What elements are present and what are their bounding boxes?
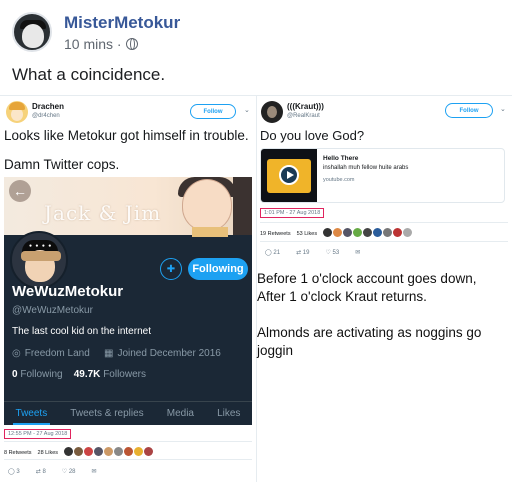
post-time[interactable]: 10 mins ·	[64, 36, 122, 52]
play-icon[interactable]	[279, 165, 299, 185]
banner-text: Jack & Jim	[44, 201, 162, 225]
retweets-count[interactable]: 8 Retweets	[4, 450, 32, 456]
profile-bio: The last cool kid on the internet	[12, 326, 151, 337]
engagement-row: 19 Retweets 53 Likes	[260, 228, 413, 239]
profile-name: WeWuzMetokur	[12, 283, 124, 300]
like-icon[interactable]: ♡ 53	[325, 249, 339, 256]
link-preview-card[interactable]: Hello There inshallah muh fellow huite a…	[260, 148, 505, 203]
commentary-line4: joggin	[257, 343, 294, 358]
back-arrow-icon[interactable]: ←	[9, 180, 31, 202]
like-icon[interactable]: ♡ 28	[62, 468, 76, 475]
likes-count[interactable]: 53 Likes	[297, 231, 318, 237]
follow-button[interactable]: Follow	[190, 104, 236, 119]
tweet-author-name: (((Kraut)))	[287, 102, 324, 111]
follow-button[interactable]: Follow	[445, 103, 493, 118]
followers-count[interactable]: 49.7K	[74, 369, 101, 380]
right-tweet-screenshot: (((Kraut))) @RealKraut Follow ⌄ Do you l…	[257, 95, 512, 270]
tweet-text-line1: Looks like Metokur got himself in troubl…	[4, 128, 249, 143]
profile-avatar: ● ● ● ●	[10, 231, 68, 289]
retweet-icon[interactable]: ⇄ 19	[296, 249, 309, 256]
reply-icon[interactable]: ◯ 3	[8, 468, 20, 475]
avatar-face	[22, 24, 44, 48]
retweet-icon[interactable]: ⇄ 8	[36, 468, 46, 475]
banner-side-image	[233, 177, 252, 235]
tweet-text: Do you love God?	[260, 128, 365, 143]
following-button[interactable]: Following	[188, 258, 248, 280]
following-label[interactable]: Following	[20, 369, 62, 380]
reply-icon[interactable]: ◯ 21	[265, 249, 280, 256]
commentary-line3: Almonds are activating as noggins go	[257, 325, 482, 340]
tweet-timestamp[interactable]: 1:01 PM - 27 Aug 2018	[260, 208, 325, 218]
profile-stats: 0 Following 49.7K Followers	[12, 369, 146, 380]
globe-icon	[125, 38, 138, 50]
profile-tabs: Tweets Tweets & replies Media Likes	[4, 401, 252, 425]
card-domain: youtube.com	[323, 177, 355, 183]
tweet-actions: ◯ 3 ⇄ 8 ♡ 28 ✉	[8, 468, 97, 475]
tab-media[interactable]: Media	[167, 408, 194, 419]
video-thumbnail	[261, 149, 317, 202]
drachen-avatar	[6, 101, 28, 123]
tweet-text-line2: Damn Twitter cops.	[4, 157, 120, 172]
author-name[interactable]: MisterMetokur	[64, 13, 180, 33]
author-avatar[interactable]	[12, 12, 52, 52]
commentary-text: Before 1 o'clock account goes down, Afte…	[257, 270, 509, 360]
likes-count[interactable]: 28 Likes	[38, 450, 59, 456]
profile-location: ◎ Freedom Land	[12, 348, 90, 359]
message-icon[interactable]: ✉	[92, 468, 97, 475]
location-text: Freedom Land	[24, 348, 90, 359]
card-description: inshallah muh fellow huite arabs	[323, 165, 409, 171]
location-pin-icon: ◎	[12, 348, 21, 359]
card-title: Hello There	[323, 155, 359, 162]
post-meta: 10 mins ·	[64, 36, 138, 52]
commentary-line1: Before 1 o'clock account goes down,	[257, 271, 477, 286]
profile-avatar-hair	[21, 251, 61, 261]
commentary-line2: After 1 o'clock Kraut returns.	[257, 289, 427, 304]
banner-character-body	[192, 227, 228, 237]
kraut-avatar	[261, 101, 283, 123]
tab-tweets-replies[interactable]: Tweets & replies	[70, 408, 143, 419]
banner-character-head	[182, 179, 232, 231]
notification-bell-icon[interactable]: ✚	[160, 258, 182, 280]
message-icon[interactable]: ✉	[355, 249, 360, 256]
tweet-author-handle: @RealKraut	[287, 113, 320, 119]
tweet-timestamp[interactable]: 12:55 PM - 27 Aug 2018	[4, 429, 72, 439]
liker-avatars	[64, 447, 154, 458]
tweet-actions: ◯ 21 ⇄ 19 ♡ 53 ✉	[265, 249, 360, 256]
tweet-author-handle: @dr4chen	[32, 113, 60, 119]
tweet-author-name: Drachen	[32, 102, 65, 111]
profile-joined: ▦ Joined December 2016	[104, 348, 221, 359]
profile-screenshot: Jack & Jim ← ● ● ● ● ✚ Following WeWuzMe…	[4, 177, 252, 425]
following-count[interactable]: 0	[12, 369, 18, 380]
liker-avatars	[323, 228, 413, 239]
followers-label[interactable]: Followers	[103, 369, 146, 380]
tab-likes[interactable]: Likes	[217, 408, 240, 419]
left-tweet-screenshot: Drachen @dr4chen Follow ⌄ Looks like Met…	[0, 95, 257, 482]
retweets-count[interactable]: 19 Retweets	[260, 231, 291, 237]
calendar-icon: ▦	[104, 348, 114, 359]
engagement-row: 8 Retweets 28 Likes	[4, 447, 154, 458]
chevron-down-icon[interactable]: ⌄	[500, 105, 506, 113]
profile-handle: @WeWuzMetokur	[12, 305, 93, 316]
joined-text: Joined December 2016	[117, 348, 221, 359]
post-text: What a coincidence.	[12, 65, 166, 84]
tab-tweets[interactable]: Tweets	[12, 408, 50, 425]
chevron-down-icon[interactable]: ⌄	[244, 106, 250, 114]
